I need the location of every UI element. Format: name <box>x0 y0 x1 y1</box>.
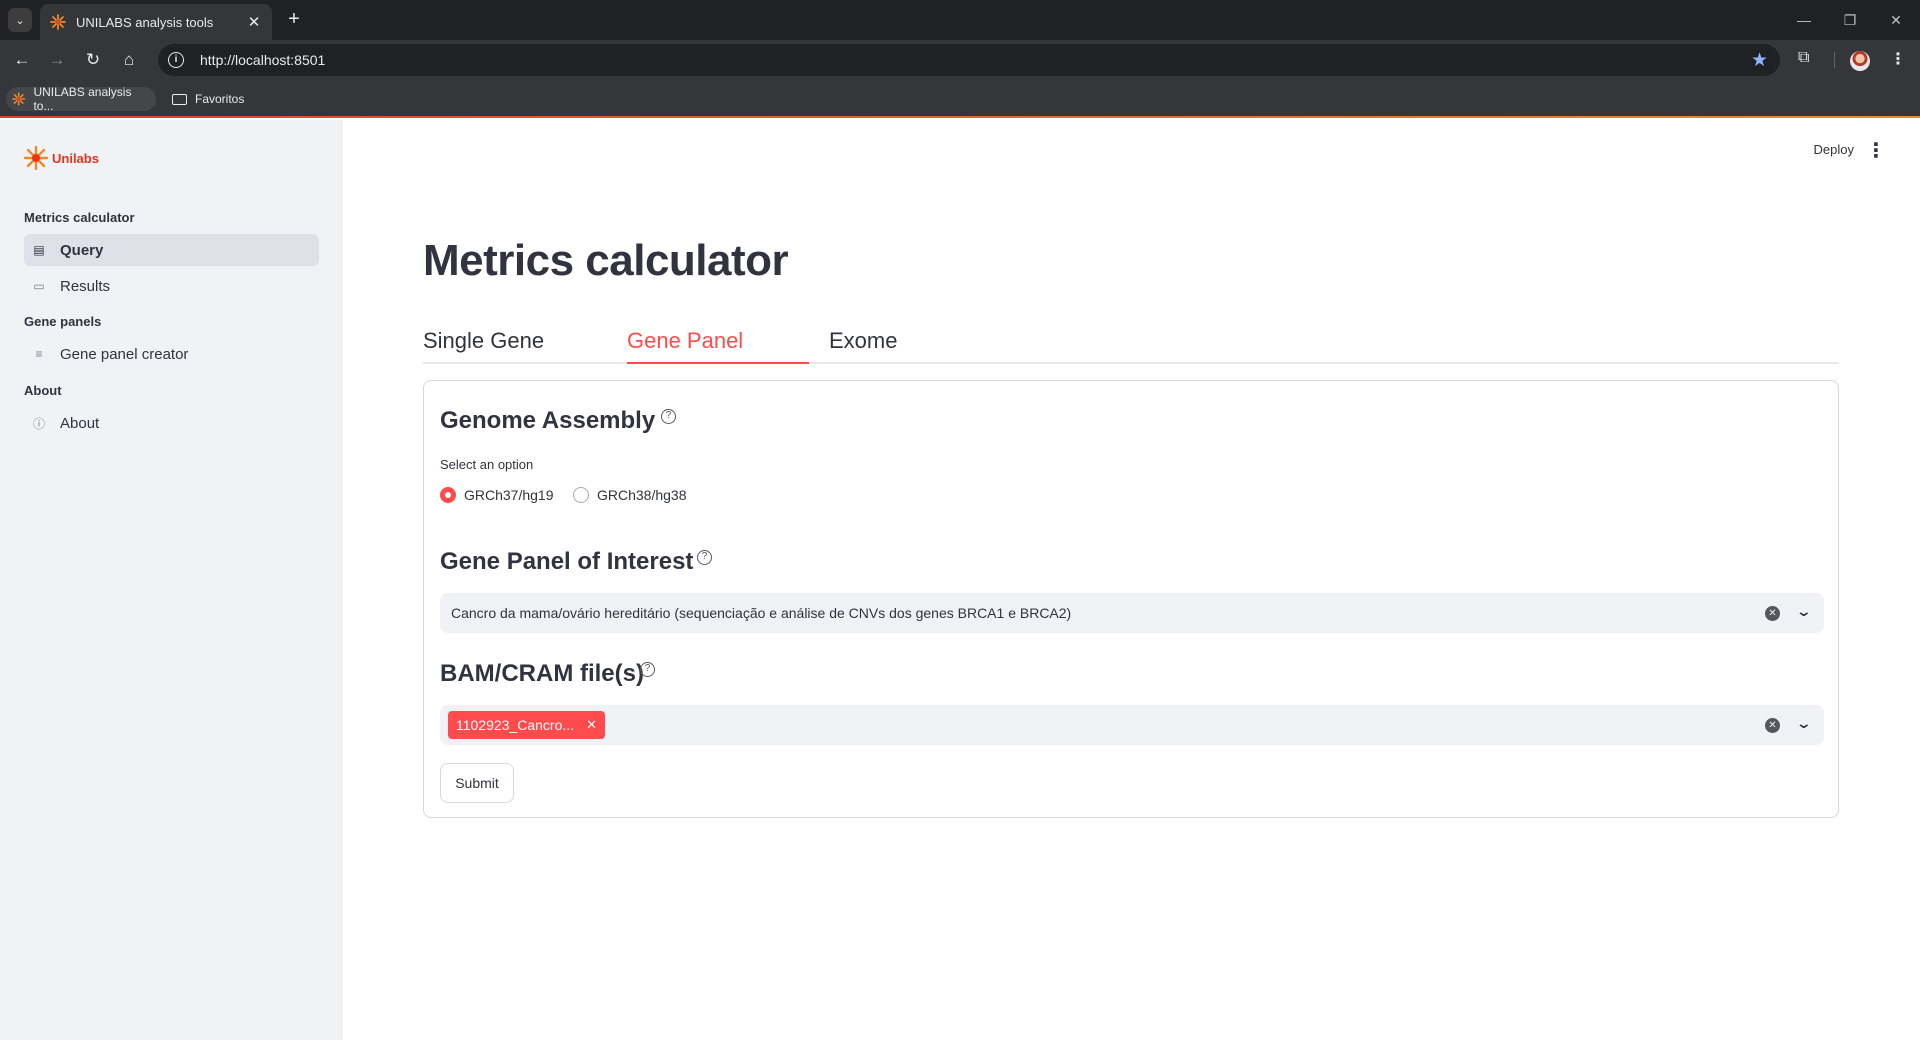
nav-section-gene-panels: Gene panels <box>24 314 102 329</box>
chart-icon: ▭ <box>33 279 45 293</box>
nav-section-metrics-calculator: Metrics calculator <box>24 210 135 225</box>
tab-bar: Single Gene Gene Panel Exome <box>423 320 1839 364</box>
unilabs-favicon-icon <box>50 14 66 30</box>
radio-grch38[interactable]: GRCh38/hg38 <box>573 487 687 503</box>
forward-icon[interactable]: → <box>45 48 69 72</box>
chip-remove-icon[interactable]: ✕ <box>586 717 597 733</box>
edit-list-icon: ≡ <box>35 347 43 361</box>
sidebar-item-about[interactable]: ⓘ About <box>24 407 319 439</box>
clear-icon[interactable]: ✕ <box>1765 606 1780 621</box>
query-form: Genome Assembly ? Select an option GRCh3… <box>423 380 1839 818</box>
browser-tab-strip: ⌄ UNILABS analysis tools ✕ + — ❐ ✕ <box>0 0 1920 40</box>
deploy-button[interactable]: Deploy <box>1814 142 1854 157</box>
tab-search-button[interactable]: ⌄ <box>8 8 32 32</box>
main-content: Deploy ⋮ Metrics calculator Single Gene … <box>343 120 1920 1040</box>
tab-close-icon[interactable]: ✕ <box>246 13 262 31</box>
sidebar-item-label: About <box>60 414 100 432</box>
brand-name: Unilabs <box>52 150 99 166</box>
address-bar[interactable]: i http://localhost:8501 ★ <box>158 44 1780 76</box>
extensions-icon[interactable]: ⧉ <box>1798 49 1809 67</box>
window-close-icon[interactable]: ✕ <box>1873 0 1919 40</box>
reload-icon[interactable]: ↻ <box>81 48 105 72</box>
browser-tab[interactable]: UNILABS analysis tools ✕ <box>40 4 272 40</box>
active-tab-indicator <box>627 362 809 364</box>
page-title: Metrics calculator <box>423 236 789 285</box>
radio-selected-icon <box>440 487 456 503</box>
radio-unselected-icon <box>573 487 589 503</box>
folder-icon <box>172 93 187 105</box>
radio-label: GRCh38/hg38 <box>597 487 687 503</box>
restore-icon[interactable]: ❐ <box>1827 0 1873 40</box>
gene-panel-heading: Gene Panel of Interest <box>440 548 694 575</box>
help-icon[interactable]: ? <box>697 550 712 565</box>
assembly-select-label: Select an option <box>440 457 534 472</box>
chevron-down-icon[interactable]: ⌄ <box>1796 715 1812 732</box>
nav-section-about: About <box>24 383 62 398</box>
bookmark-label: UNILABS analysis to... <box>33 85 132 113</box>
home-icon[interactable]: ⌂ <box>117 48 141 72</box>
browser-toolbar: ← → ↻ ⌂ i http://localhost:8501 ★ <box>0 40 1920 80</box>
sidebar-item-label: Query <box>60 241 104 259</box>
help-icon[interactable]: ? <box>661 409 676 424</box>
tab-exome[interactable]: Exome <box>829 328 897 354</box>
bookmark-star-icon[interactable]: ★ <box>1751 49 1768 72</box>
help-icon[interactable]: ? <box>640 662 655 677</box>
sidebar-item-label: Gene panel creator <box>60 345 189 363</box>
toolbar-divider <box>1834 52 1835 68</box>
new-tab-button[interactable]: + <box>282 8 306 32</box>
table-icon: ▤ <box>33 243 45 257</box>
sidebar-item-gene-panel-creator[interactable]: ≡ Gene panel creator <box>24 338 319 370</box>
file-chip: 1102923_Cancro... ✕ <box>448 711 605 739</box>
bookmark-folder-favoritos[interactable]: Favoritos <box>166 87 250 111</box>
sidebar-item-results[interactable]: ▭ Results <box>24 270 319 302</box>
bookmark-label: Favoritos <box>195 92 245 106</box>
back-icon[interactable]: ← <box>10 48 34 72</box>
info-icon: ⓘ <box>32 416 45 431</box>
unilabs-favicon-icon <box>12 92 26 106</box>
sidebar-item-label: Results <box>60 277 111 295</box>
bam-cram-heading: BAM/CRAM file(s) <box>440 660 644 687</box>
clear-icon[interactable]: ✕ <box>1765 718 1780 733</box>
tab-gene-panel[interactable]: Gene Panel <box>627 328 743 354</box>
profile-avatar[interactable] <box>1850 51 1870 71</box>
tab-single-gene[interactable]: Single Gene <box>423 328 544 354</box>
url-text[interactable]: http://localhost:8501 <box>200 52 325 68</box>
unilabs-sun-icon <box>24 146 48 170</box>
gene-panel-value: Cancro da mama/ovário hereditário (seque… <box>451 605 1072 621</box>
minimize-icon[interactable]: — <box>1781 0 1827 40</box>
gene-panel-select[interactable]: Cancro da mama/ovário hereditário (seque… <box>440 593 1824 633</box>
bookmark-unilabs[interactable]: UNILABS analysis to... <box>6 85 156 113</box>
site-info-icon[interactable]: i <box>168 52 184 68</box>
radio-grch37[interactable]: GRCh37/hg19 <box>440 487 554 503</box>
sidebar-item-query[interactable]: ▤ Query <box>24 234 319 266</box>
bam-cram-multiselect[interactable]: 1102923_Cancro... ✕ ✕ ⌄ <box>440 705 1824 745</box>
bookmarks-bar: UNILABS analysis to... Favoritos <box>0 80 1920 118</box>
main-menu-icon[interactable]: ⋮ <box>1866 138 1886 163</box>
chevron-down-icon[interactable]: ⌄ <box>1796 603 1812 620</box>
submit-button[interactable]: Submit <box>440 763 514 803</box>
unilabs-logo[interactable]: Unilabs <box>24 146 99 170</box>
sidebar: Unilabs Metrics calculator ▤ Query ▭ Res… <box>0 120 343 1040</box>
genome-assembly-heading: Genome Assembly <box>440 407 656 434</box>
radio-label: GRCh37/hg19 <box>464 487 554 503</box>
browser-menu-icon[interactable]: ⋮ <box>1890 49 1906 69</box>
browser-tab-title: UNILABS analysis tools <box>76 14 214 30</box>
file-chip-label: 1102923_Cancro... <box>456 717 575 733</box>
